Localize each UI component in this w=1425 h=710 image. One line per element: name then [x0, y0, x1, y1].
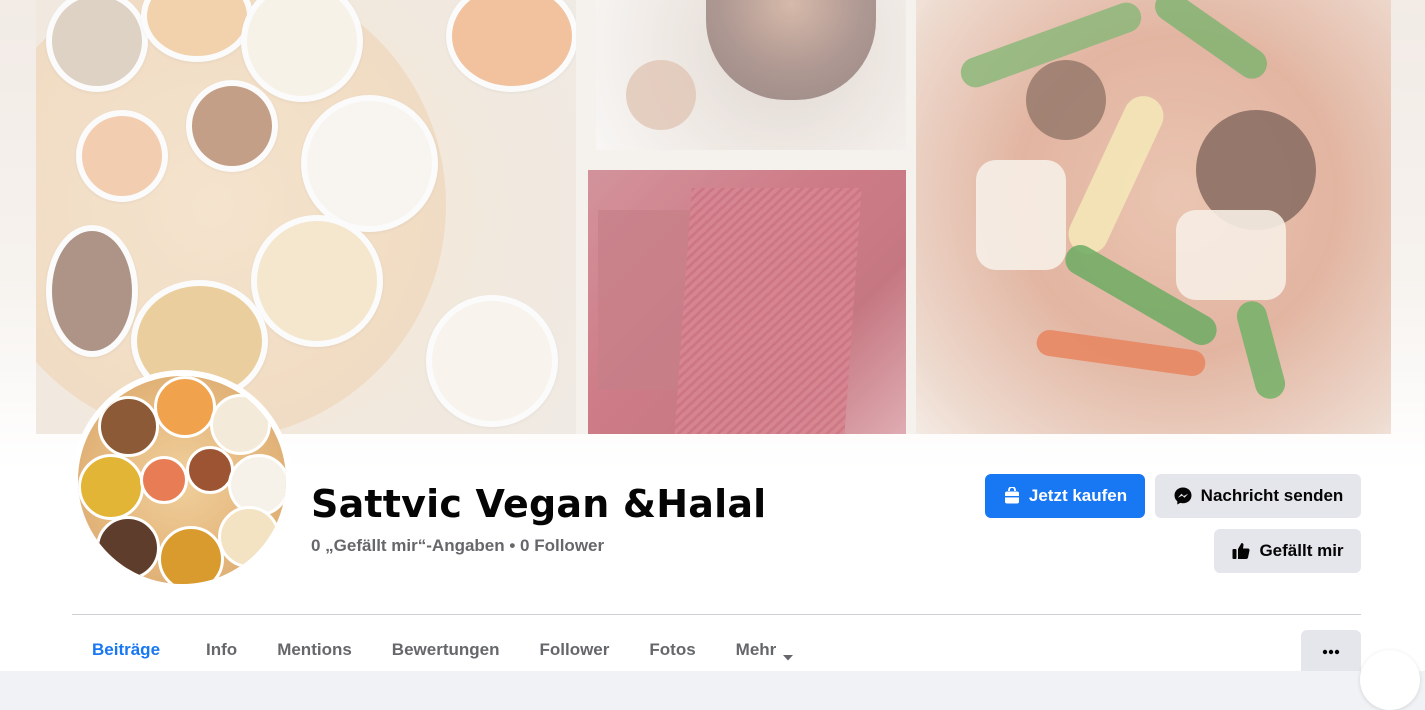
more-options-button[interactable] — [1301, 630, 1361, 671]
tab-follower[interactable]: Follower — [519, 630, 629, 671]
tab-info[interactable]: Info — [186, 630, 257, 671]
page-title: Sattvic Vegan &Halal — [311, 482, 767, 526]
tab-beitraege[interactable]: Beiträge — [72, 630, 186, 671]
buy-now-label: Jetzt kaufen — [1028, 486, 1128, 505]
tab-label: Mentions — [277, 640, 352, 659]
like-page-button[interactable]: Gefällt mir — [1214, 529, 1361, 573]
send-message-button[interactable]: Nachricht senden — [1155, 474, 1361, 518]
more-horizontal-icon — [1322, 642, 1340, 660]
tab-label: Info — [206, 640, 238, 659]
tab-mehr[interactable]: Mehr — [716, 630, 815, 671]
tab-mentions[interactable]: Mentions — [257, 630, 372, 671]
like-page-label: Gefällt mir — [1259, 541, 1344, 560]
tab-label: Beiträge — [92, 640, 161, 659]
tab-bewertungen[interactable]: Bewertungen — [372, 630, 520, 671]
page-tabs: Beiträge Info Mentions Bewertungen Follo… — [72, 630, 814, 671]
page-stats: 0 „Gefällt mir“-Angaben • 0 Follower — [311, 536, 605, 555]
tab-label: Bewertungen — [391, 640, 500, 659]
thumbs-up-icon — [1231, 541, 1251, 561]
floating-action-button[interactable] — [1360, 650, 1420, 710]
cover-photo[interactable] — [36, 0, 1391, 434]
tab-label: Mehr — [735, 640, 777, 659]
avatar-thali-image — [78, 376, 286, 584]
shopping-bag-icon — [1003, 487, 1021, 505]
tab-label: Follower — [539, 640, 610, 659]
caret-down-icon — [782, 640, 794, 667]
buy-now-button[interactable]: Jetzt kaufen — [985, 474, 1145, 518]
tab-label: Fotos — [649, 640, 696, 659]
messenger-icon — [1173, 486, 1193, 506]
send-message-label: Nachricht senden — [1200, 486, 1344, 505]
profile-divider — [72, 614, 1361, 615]
tab-fotos[interactable]: Fotos — [629, 630, 715, 671]
profile-picture[interactable] — [72, 370, 292, 590]
